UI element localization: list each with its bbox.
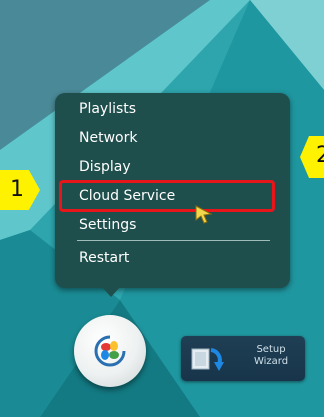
app-launcher-button[interactable] xyxy=(74,315,146,387)
menu-item-playlists[interactable]: Playlists xyxy=(79,100,136,118)
menu-item-settings[interactable]: Settings xyxy=(79,216,136,234)
menu-item-restart[interactable]: Restart xyxy=(79,249,129,267)
app-launcher-icon xyxy=(93,334,127,372)
pointer-cursor-icon xyxy=(195,205,213,229)
menu-divider xyxy=(77,240,270,241)
setup-wizard-label-line1: Setup xyxy=(256,344,286,355)
setup-wizard-label-line2: Wizard xyxy=(253,356,289,367)
setup-wizard-label: Setup Wizard xyxy=(251,344,291,368)
setup-wizard-icon xyxy=(189,342,225,380)
menu-pointer-arrow xyxy=(101,286,121,297)
menu-item-network[interactable]: Network xyxy=(79,129,137,147)
setup-wizard-button[interactable]: Setup Wizard xyxy=(181,336,305,381)
menu-item-display[interactable]: Display xyxy=(79,158,131,176)
cloud-service-highlight-box xyxy=(59,180,275,212)
